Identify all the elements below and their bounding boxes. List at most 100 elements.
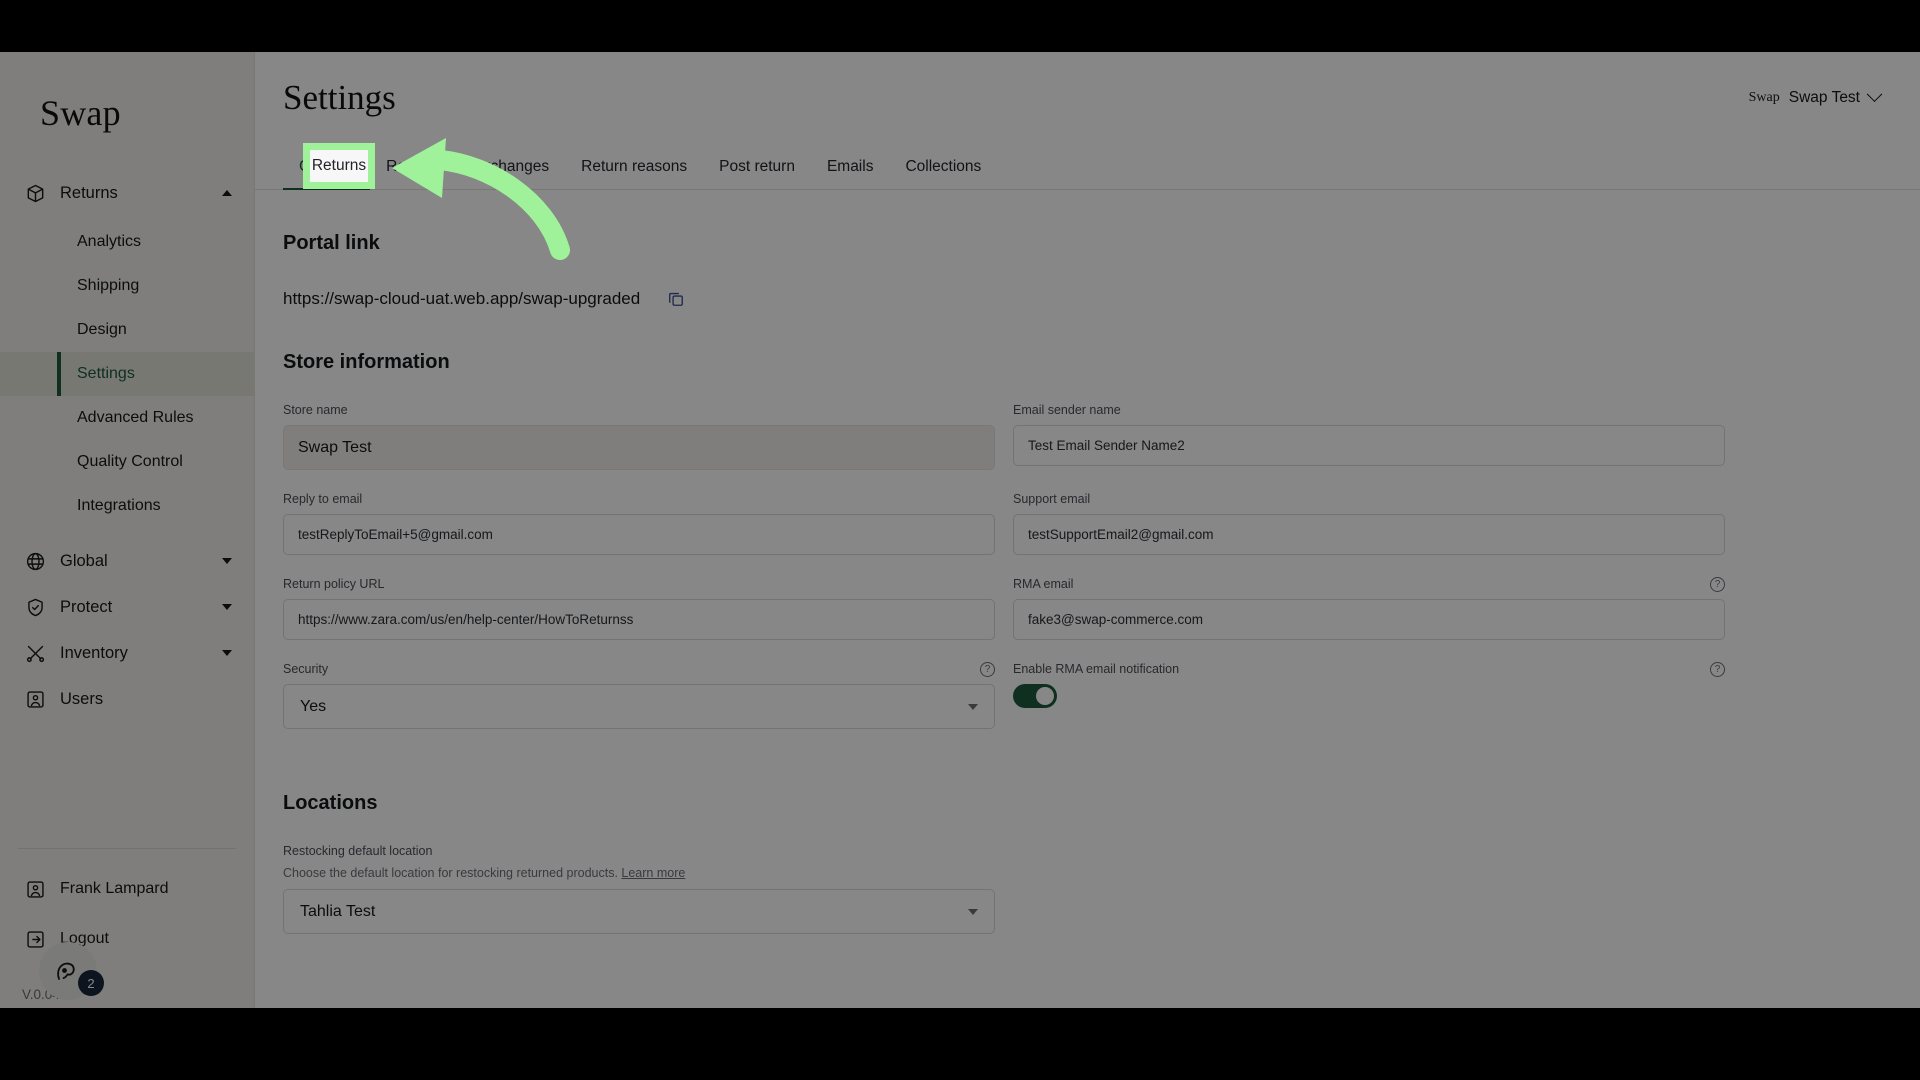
field-email-sender-name: Email sender name Test Email Sender Name… <box>1013 402 1725 470</box>
tab-return-reasons[interactable]: Return reasons <box>565 158 703 189</box>
field-label: Support email <box>1013 492 1091 506</box>
sidebar-user-name: Frank Lampard <box>60 880 169 897</box>
chevron-up-icon[interactable] <box>222 190 232 196</box>
field-store-name: Store name Swap Test <box>283 402 995 470</box>
screen: Swap Returns Analytics Shipping Design S… <box>0 0 1920 1080</box>
sidebar-item-analytics[interactable]: Analytics <box>0 220 254 264</box>
restocking-location-value: Tahlia Test <box>300 902 376 920</box>
browser-viewport: Swap Returns Analytics Shipping Design S… <box>0 52 1920 1008</box>
toggle-knob <box>1036 687 1054 705</box>
field-label: Store name <box>283 403 348 417</box>
account-name: Swap Test <box>1788 89 1860 106</box>
field-enable-rma-notification: Enable RMA email notification ? <box>1013 661 1725 729</box>
chevron-down-icon[interactable] <box>222 604 232 610</box>
top-bar: Settings Swap Swap Test <box>255 52 1920 144</box>
account-brand-logo: Swap <box>1748 90 1780 105</box>
sidebar-group-returns[interactable]: Returns <box>0 170 254 216</box>
sidebar: Swap Returns Analytics Shipping Design S… <box>0 52 255 1008</box>
restocking-location-select[interactable]: Tahlia Test <box>283 889 995 934</box>
chevron-down-icon <box>968 703 978 710</box>
field-label: Reply to email <box>283 492 363 506</box>
return-policy-url-input[interactable]: https://www.zara.com/us/en/help-center/H… <box>283 599 995 640</box>
help-icon[interactable]: ? <box>1710 576 1725 592</box>
sidebar-group-label: Global <box>60 551 108 570</box>
scissors-icon <box>24 642 46 664</box>
tab-exchanges[interactable]: Exchanges <box>456 158 565 189</box>
field-reply-to-email: Reply to email testReplyToEmail+5@gmail.… <box>283 491 995 555</box>
restocking-description-text: Choose the default location for restocki… <box>283 866 618 880</box>
chevron-down-icon[interactable] <box>222 558 232 564</box>
chevron-down-icon[interactable] <box>222 650 232 656</box>
tab-post-return[interactable]: Post return <box>703 158 811 189</box>
store-information-grid: Store name Swap Test Email sender name T… <box>283 402 1892 750</box>
sidebar-group-inventory[interactable]: Inventory <box>0 630 254 676</box>
chat-unread-badge: 2 <box>78 970 104 996</box>
box-icon <box>24 182 46 204</box>
security-select[interactable]: Yes <box>283 684 995 729</box>
portal-link-heading: Portal link <box>283 232 380 254</box>
settings-content: Portal link https://swap-cloud-uat.web.a… <box>255 232 1920 955</box>
locations-heading: Locations <box>283 792 378 814</box>
email-sender-name-input[interactable]: Test Email Sender Name2 <box>1013 425 1725 466</box>
reply-to-email-input[interactable]: testReplyToEmail+5@gmail.com <box>283 514 995 555</box>
app-logo[interactable]: Swap <box>0 52 254 134</box>
rma-email-input[interactable]: fake3@swap-commerce.com <box>1013 599 1725 640</box>
tab-emails[interactable]: Emails <box>811 158 890 189</box>
sidebar-logout-button[interactable]: Logout <box>0 914 254 964</box>
page-title: Settings <box>283 78 396 117</box>
sidebar-group-global[interactable]: Global <box>0 538 254 584</box>
sidebar-divider <box>18 848 236 849</box>
sidebar-subnav-returns: Analytics Shipping Design Settings Advan… <box>0 220 254 528</box>
user-icon <box>24 688 46 710</box>
shield-check-icon <box>24 596 46 618</box>
field-label: RMA email <box>1013 577 1074 591</box>
field-rma-email: RMA email ? fake3@swap-commerce.com <box>1013 576 1725 640</box>
account-switcher[interactable]: Swap Swap Test <box>1748 85 1883 107</box>
tab-returns[interactable]: Returns <box>370 158 456 189</box>
field-restocking-default-location: Restocking default location Choose the d… <box>283 843 995 934</box>
user-icon <box>24 878 46 900</box>
enable-rma-notification-toggle[interactable] <box>1013 684 1057 708</box>
sidebar-nav: Returns Analytics Shipping Design Settin… <box>0 170 254 722</box>
field-support-email: Support email testSupportEmail2@gmail.co… <box>1013 491 1725 555</box>
restocking-description: Choose the default location for restocki… <box>283 866 995 880</box>
sidebar-item-users[interactable]: Users <box>0 676 254 722</box>
field-label: Enable RMA email notification <box>1013 662 1180 676</box>
sidebar-group-label: Inventory <box>60 643 128 662</box>
learn-more-link[interactable]: Learn more <box>621 866 685 880</box>
tab-collections[interactable]: Collections <box>889 158 997 189</box>
sidebar-item-design[interactable]: Design <box>0 308 254 352</box>
sidebar-footer: Frank Lampard Logout <box>0 864 254 964</box>
help-icon[interactable]: ? <box>1710 661 1725 677</box>
sidebar-group-protect[interactable]: Protect <box>0 584 254 630</box>
security-select-value: Yes <box>300 697 327 715</box>
portal-link-row: https://swap-cloud-uat.web.app/swap-upgr… <box>283 289 1892 309</box>
sidebar-item-quality-control[interactable]: Quality Control <box>0 440 254 484</box>
sidebar-user-profile[interactable]: Frank Lampard <box>0 864 254 914</box>
field-label: Restocking default location <box>283 844 433 858</box>
annotation-highlight-label[interactable]: Returns <box>303 143 375 189</box>
field-label: Email sender name <box>1013 403 1121 417</box>
field-return-policy-url: Return policy URL https://www.zara.com/u… <box>283 576 995 640</box>
portal-link-url[interactable]: https://swap-cloud-uat.web.app/swap-upgr… <box>283 289 640 309</box>
help-icon[interactable]: ? <box>980 661 995 677</box>
sidebar-group-label: Users <box>60 689 104 708</box>
sidebar-group-label: Returns <box>60 183 118 202</box>
copy-icon[interactable] <box>666 289 686 309</box>
store-name-input[interactable]: Swap Test <box>283 425 995 470</box>
field-security: Security ? Yes <box>283 661 995 729</box>
sidebar-item-shipping[interactable]: Shipping <box>0 264 254 308</box>
logout-icon <box>24 928 46 950</box>
sidebar-item-integrations[interactable]: Integrations <box>0 484 254 528</box>
field-label: Return policy URL <box>283 577 385 591</box>
sidebar-group-label: Protect <box>60 597 113 616</box>
settings-tabs: General Returns Exchanges Return reasons… <box>255 144 1920 190</box>
globe-icon <box>24 550 46 572</box>
support-email-input[interactable]: testSupportEmail2@gmail.com <box>1013 514 1725 555</box>
sidebar-item-advanced-rules[interactable]: Advanced Rules <box>0 396 254 440</box>
sidebar-item-settings[interactable]: Settings <box>0 352 254 396</box>
main-content: Settings Swap Swap Test General Returns … <box>255 52 1920 1008</box>
field-label: Security <box>283 662 329 676</box>
locations-grid: Restocking default location Choose the d… <box>283 843 1892 955</box>
chevron-down-icon <box>1866 85 1883 102</box>
